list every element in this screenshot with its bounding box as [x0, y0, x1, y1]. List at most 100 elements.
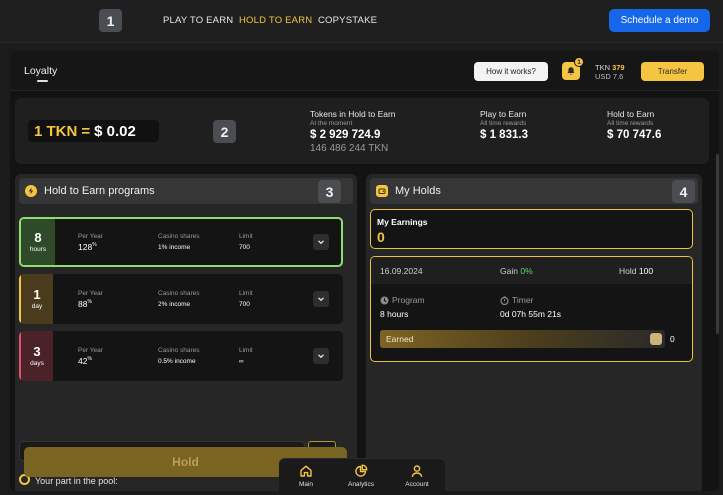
program-duration: 1 day: [19, 274, 53, 324]
stopwatch-icon: [500, 295, 509, 305]
percent-sign: %: [87, 299, 92, 306]
per-year-label: Per Year: [78, 233, 103, 240]
title-underline: [37, 80, 48, 82]
schedule-demo-button[interactable]: Schedule a demo: [609, 9, 710, 32]
my-earnings-box: My Earnings 0: [370, 209, 693, 249]
timer-label: Timer: [500, 295, 533, 305]
duration-number: 3: [33, 344, 41, 359]
limit-label: Limit: [239, 347, 253, 354]
expand-button[interactable]: [313, 348, 329, 364]
per-year-value: 88%: [78, 299, 92, 309]
duration-unit: days: [30, 360, 44, 367]
annotation-badge-4: 4: [672, 180, 695, 203]
earned-bar: Earned: [380, 330, 665, 348]
lightning-coin-icon: [25, 185, 37, 197]
how-it-works-button[interactable]: How it works?: [474, 62, 548, 81]
bottom-nav-analytics-label: Analytics: [347, 481, 374, 488]
per-year-label: Per Year: [78, 347, 103, 354]
clock-icon: [380, 296, 389, 304]
duration-unit: hours: [29, 246, 47, 253]
duration-unit: day: [31, 303, 43, 310]
program-card-8-hours[interactable]: 8 hours Per Year 128% Casino shares 1% i…: [19, 217, 343, 267]
play-to-earn-sub: All time rewards: [480, 120, 527, 127]
pie-chart-icon: [355, 464, 368, 477]
hold-entry-card[interactable]: 16.09.2024 Gain 0% Hold 100 Program 8 ho…: [370, 256, 693, 362]
token-price: 1 TKN = $ 0.02: [28, 120, 159, 142]
annotation-badge-2: 2: [213, 120, 236, 143]
casino-shares-value: 2% income: [158, 301, 191, 308]
my-earnings-label: My Earnings: [377, 217, 428, 227]
limit-label: Limit: [239, 233, 253, 240]
bottom-nav-account-label: Account: [405, 481, 429, 488]
percent-sign: %: [87, 356, 92, 363]
nav-play-to-earn[interactable]: PLAY TO EARN: [163, 15, 233, 26]
programs-header: Hold to Earn programs 3: [19, 178, 353, 204]
tokens-in-hold-usd: $ 2 929 724.9: [310, 129, 381, 141]
price-tkn: 1 TKN: [34, 122, 78, 140]
duration-number: 1: [33, 287, 41, 302]
program-label-text: Program: [392, 295, 425, 305]
program-value: 8 hours: [380, 309, 409, 319]
app-page: Loyalty How it works? 1 TKN 379 USD 7.6 …: [10, 51, 719, 491]
tokens-in-hold-tkn: 146 486 244 TKN: [310, 143, 389, 154]
per-year-label: Per Year: [78, 290, 103, 297]
home-icon: [300, 465, 312, 477]
per-year-value: 42%: [78, 356, 92, 366]
programs-panel: Hold to Earn programs 3 8 hours Per Year…: [15, 174, 357, 491]
program-duration: 8 hours: [21, 219, 55, 265]
casino-shares-label: Casino shares: [158, 290, 200, 297]
limit-value: 700: [239, 244, 250, 251]
program-card-1-day[interactable]: 1 day Per Year 88% Casino shares 2% inco…: [19, 274, 343, 324]
limit-value: 700: [239, 301, 250, 308]
loyalty-subbar: Loyalty How it works? 1 TKN 379 USD 7.6 …: [10, 51, 719, 91]
top-navbar: 1 PLAY TO EARN HOLD TO EARN COPYSTAKE Sc…: [0, 0, 723, 43]
gain-label: Gain: [500, 266, 518, 276]
expand-button[interactable]: [313, 234, 329, 250]
program-label: Program: [380, 295, 425, 305]
nav-hold-to-earn[interactable]: HOLD TO EARN: [239, 15, 312, 26]
bottom-nav: Main Analytics Account: [279, 458, 445, 495]
tkn-balance: TKN 379: [595, 63, 625, 72]
nav-copystake[interactable]: COPYSTAKE: [318, 15, 377, 26]
chevron-down-icon: [318, 240, 324, 245]
price-usd: $ 0.02: [94, 122, 136, 140]
bottom-nav-analytics[interactable]: Analytics: [336, 464, 386, 488]
hold-to-earn-sub: All time rewards: [607, 120, 654, 127]
transfer-button[interactable]: Transfer: [641, 62, 704, 81]
casino-shares-label: Casino shares: [158, 347, 200, 354]
pool-share-label: Your part in the pool:: [35, 476, 118, 486]
price-equals: =: [81, 122, 91, 140]
duration-number: 8: [34, 230, 42, 245]
program-card-3-days[interactable]: 3 days Per Year 42% Casino shares 0.5% i…: [19, 331, 343, 381]
tokens-in-hold-sub: At the moment: [310, 120, 353, 127]
per-year-rate: 128: [78, 242, 93, 252]
expand-button[interactable]: [313, 291, 329, 307]
casino-shares-value: 1% income: [158, 244, 191, 251]
scrollbar[interactable]: [716, 154, 719, 334]
my-holds-header: My Holds 4: [370, 178, 698, 204]
bell-icon: [567, 67, 575, 75]
earned-label: Earned: [386, 334, 414, 344]
gain-value: 0%: [520, 266, 533, 276]
my-holds-title: My Holds: [395, 185, 441, 197]
notification-count: 1: [574, 57, 584, 67]
usd-balance: USD 7.6: [595, 72, 624, 81]
wallet-icon: [376, 185, 388, 197]
bottom-nav-account[interactable]: Account: [392, 464, 442, 488]
casino-shares-label: Casino shares: [158, 233, 200, 240]
per-year-value: 128%: [78, 242, 97, 252]
hold-value: 100: [638, 266, 654, 276]
stats-card: 1 TKN = $ 0.02 2 Tokens in Hold to Earn …: [15, 98, 709, 164]
hold-amount: Hold 100: [619, 266, 653, 276]
bottom-nav-main[interactable]: Main: [281, 464, 331, 488]
tkn-value: 379: [612, 63, 625, 72]
program-duration: 3 days: [19, 331, 53, 381]
tokens-in-hold-title: Tokens in Hold to Earn: [310, 109, 396, 119]
chevron-down-icon: [318, 354, 324, 359]
hold-to-earn-title: Hold to Earn: [607, 109, 655, 119]
hold-label: Hold: [619, 266, 637, 276]
percent-sign: %: [92, 242, 97, 249]
hold-to-earn-value: $ 70 747.6: [607, 129, 662, 141]
bottom-nav-main-label: Main: [298, 481, 314, 488]
programs-title: Hold to Earn programs: [44, 185, 155, 197]
